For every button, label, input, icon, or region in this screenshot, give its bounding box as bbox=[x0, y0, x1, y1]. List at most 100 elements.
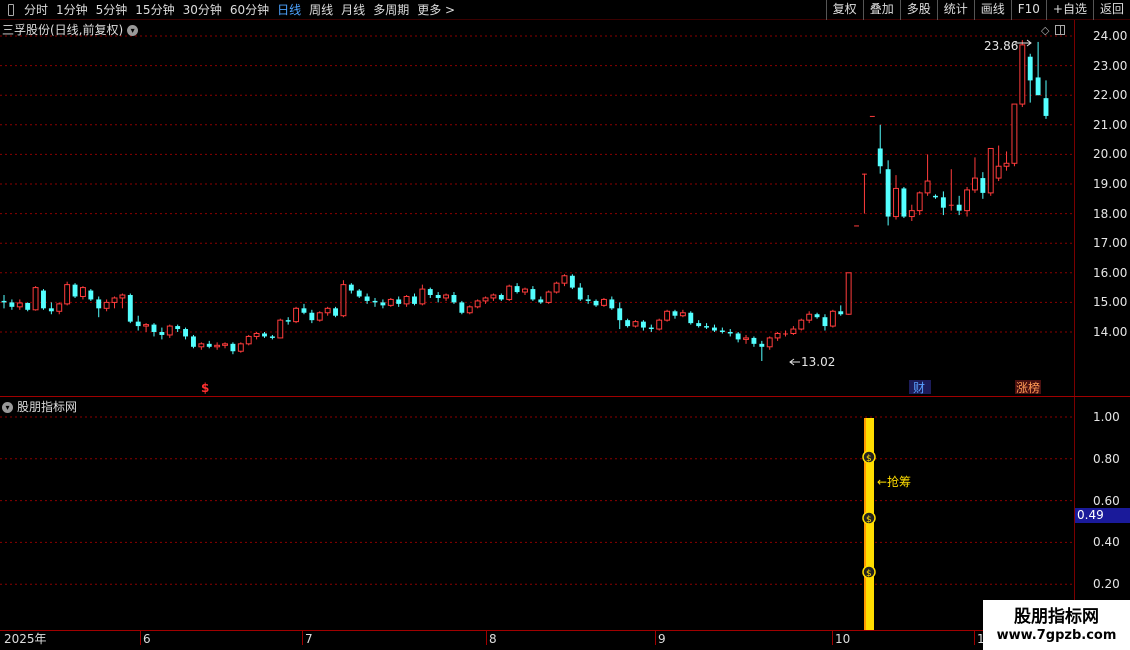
candle-body bbox=[427, 289, 433, 295]
candle-body bbox=[829, 310, 836, 327]
candle bbox=[688, 311, 694, 325]
candle-body bbox=[214, 344, 221, 348]
tab-60min[interactable]: 60分钟 bbox=[226, 0, 273, 20]
time-label-jul: 7 bbox=[305, 632, 313, 646]
candle-body bbox=[1003, 162, 1010, 167]
candle bbox=[222, 342, 228, 349]
candle-body bbox=[822, 317, 828, 327]
tab-1min[interactable]: 1分钟 bbox=[52, 0, 92, 20]
candle-body bbox=[72, 284, 78, 297]
dividend-mark[interactable]: $ bbox=[201, 381, 209, 395]
time-tick bbox=[655, 631, 656, 645]
candle bbox=[32, 286, 39, 311]
candle-body bbox=[664, 310, 671, 321]
candle bbox=[25, 302, 31, 312]
candle-body bbox=[506, 285, 513, 300]
tab-more[interactable]: 更多 > bbox=[413, 0, 459, 20]
adjust-price-button[interactable]: 复权 bbox=[825, 0, 863, 20]
candle bbox=[166, 324, 173, 338]
candle bbox=[648, 324, 654, 332]
candle-body bbox=[16, 302, 23, 308]
candle-body bbox=[482, 297, 489, 302]
candle-body bbox=[111, 297, 118, 303]
candle bbox=[387, 297, 394, 307]
indicator-title[interactable]: ▾ 股朋指标网 bbox=[2, 399, 77, 415]
watermark-url: www.7gpzb.com bbox=[996, 628, 1117, 643]
candle-body bbox=[964, 189, 971, 212]
chevron-down-icon[interactable]: ▾ bbox=[127, 24, 139, 36]
candle bbox=[88, 289, 94, 301]
tab-30min[interactable]: 30分钟 bbox=[179, 0, 226, 20]
candle-body bbox=[743, 337, 749, 340]
candle-body bbox=[522, 288, 528, 293]
candle bbox=[719, 327, 725, 334]
tab-weekly[interactable]: 周线 bbox=[305, 0, 337, 20]
candle bbox=[175, 324, 181, 332]
candle-body bbox=[806, 313, 813, 321]
accumulate-label: ←抢筹 bbox=[877, 474, 911, 489]
candle bbox=[553, 281, 560, 294]
tab-15min[interactable]: 15分钟 bbox=[131, 0, 178, 20]
candle-body bbox=[783, 333, 788, 335]
tab-multi-period[interactable]: 多周期 bbox=[369, 0, 413, 20]
candle bbox=[940, 191, 946, 216]
diamond-icon[interactable]: ◇ bbox=[1041, 24, 1049, 37]
candle bbox=[490, 293, 497, 301]
indicator-chart[interactable]: $ $ $ ←抢筹 bbox=[0, 397, 1074, 630]
price-axis: 24.00 23.00 22.00 21.00 20.00 19.00 18.00 17.00… bbox=[1074, 20, 1130, 396]
candle bbox=[577, 283, 583, 301]
candle bbox=[412, 293, 417, 306]
main-chart-title[interactable]: 三孚股份(日线,前复权) ▾ bbox=[2, 22, 139, 38]
tab-daily[interactable]: 日线 bbox=[273, 0, 305, 20]
panel-layout-icon[interactable] bbox=[1055, 25, 1066, 35]
candle bbox=[609, 296, 615, 310]
panel-toggle-icon[interactable] bbox=[2, 1, 20, 19]
tab-monthly[interactable]: 月线 bbox=[337, 0, 369, 20]
multi-stock-button[interactable]: 多股 bbox=[899, 0, 937, 20]
svg-text:$: $ bbox=[866, 569, 872, 579]
candle bbox=[1043, 80, 1049, 119]
price-axis-label: 15.00 bbox=[1093, 295, 1128, 310]
price-grid bbox=[0, 35, 1074, 333]
candle bbox=[419, 284, 426, 306]
candle bbox=[16, 299, 23, 310]
overlay-button[interactable]: 叠加 bbox=[862, 0, 900, 20]
statistics-button[interactable]: 统计 bbox=[936, 0, 974, 20]
tab-minute-chart[interactable]: 分时 bbox=[20, 0, 52, 20]
candle-body bbox=[41, 290, 46, 309]
candle bbox=[1019, 40, 1026, 108]
candle bbox=[159, 327, 165, 340]
candle-body bbox=[948, 204, 954, 206]
candle-body bbox=[348, 284, 354, 291]
candle-body bbox=[1043, 98, 1049, 116]
svg-text:$: $ bbox=[866, 515, 872, 525]
candle bbox=[743, 334, 749, 344]
candle-body bbox=[262, 333, 267, 337]
time-label-jun: 6 bbox=[143, 632, 151, 646]
finance-mark[interactable]: 财 bbox=[913, 381, 925, 395]
candle-body bbox=[364, 296, 370, 301]
candle-body bbox=[1027, 56, 1033, 81]
time-label-sep: 9 bbox=[658, 632, 666, 646]
candle-body bbox=[514, 286, 520, 293]
candle-body bbox=[9, 302, 15, 307]
candle bbox=[632, 320, 639, 328]
candle bbox=[324, 306, 331, 316]
price-axis-label: 17.00 bbox=[1093, 236, 1128, 251]
candlestick-chart[interactable]: 23.86 13.02 $ 财 涨榜 bbox=[0, 20, 1074, 396]
chevron-down-icon[interactable]: ▾ bbox=[2, 401, 13, 413]
tab-5min[interactable]: 5分钟 bbox=[92, 0, 132, 20]
back-button[interactable]: 返回 bbox=[1092, 0, 1130, 20]
candle-body bbox=[790, 328, 797, 334]
draw-line-button[interactable]: 画线 bbox=[973, 0, 1011, 20]
candle bbox=[885, 160, 891, 226]
candle-body bbox=[237, 343, 244, 352]
top-gainers-mark[interactable]: 涨榜 bbox=[1016, 380, 1040, 395]
candle bbox=[916, 191, 923, 216]
candle bbox=[901, 186, 907, 219]
low-price-label: 13.02 bbox=[801, 355, 835, 369]
coin-icon: $ bbox=[862, 450, 876, 464]
add-watchlist-button[interactable]: +自选 bbox=[1045, 0, 1093, 20]
candle bbox=[995, 145, 1002, 182]
f10-button[interactable]: F10 bbox=[1010, 0, 1046, 20]
